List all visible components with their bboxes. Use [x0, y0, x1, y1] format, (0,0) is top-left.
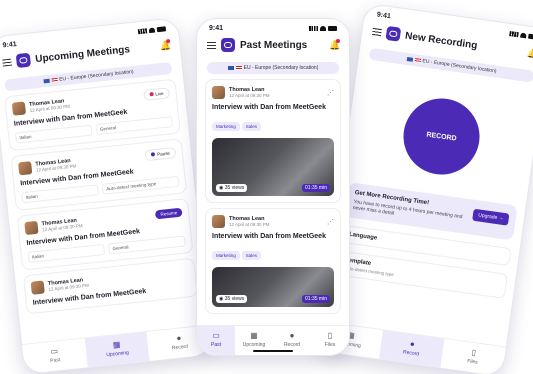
- status-time: 9:41: [2, 40, 18, 50]
- meeting-card[interactable]: Thomas Lean 12 April at 09:30 PM ⋰ Interv…: [205, 79, 341, 203]
- meeting-type-field[interactable]: Auto-detect meeting type: [101, 175, 180, 195]
- tag: Marketing: [212, 122, 240, 131]
- nav-upcoming[interactable]: ▦ Upcoming: [84, 331, 150, 368]
- signal-icon: [309, 26, 318, 31]
- eu-flag-icon: [406, 56, 413, 62]
- meeting-title: Interview with Dan from MeetGeek: [212, 233, 326, 240]
- notification-bell-icon[interactable]: 🔔: [329, 39, 340, 50]
- signal-icon: [137, 28, 148, 35]
- calendar-icon: ▦: [250, 331, 258, 340]
- battery-icon: [156, 26, 167, 33]
- meeting-type-field[interactable]: General: [95, 116, 174, 136]
- showcase: 9:41 Upcoming Meetings 🔔 EU - Europe (Se…: [0, 0, 533, 374]
- nav-record[interactable]: ● Record: [378, 330, 445, 368]
- meeting-card[interactable]: Thomas Lean 12 April at 09:30 PM ⋰ Interv…: [205, 208, 341, 314]
- views-count: ◉ 35 views: [216, 295, 248, 303]
- tag: Sales: [241, 251, 262, 260]
- duration-badge: 01:35 min: [302, 184, 330, 192]
- video-thumbnail[interactable]: ◉ 35 views 01:35 min: [212, 138, 334, 196]
- eu-flag-icon: [43, 78, 50, 84]
- upcoming-meetings-phone: 9:41 Upcoming Meetings 🔔 EU - Europe (Se…: [0, 17, 214, 374]
- tag: Sales: [241, 122, 262, 131]
- tag: Marketing: [212, 251, 240, 260]
- eu-flag-icon: [227, 65, 234, 70]
- duration-badge: 01:35 min: [302, 295, 330, 303]
- past-meetings-phone: 9:41 Past Meetings 🔔 EU - Europe (Second…: [196, 18, 350, 356]
- avatar: [30, 280, 45, 295]
- app-logo-icon: [221, 38, 235, 52]
- language-field[interactable]: Italian: [21, 184, 99, 204]
- us-flag-icon: [414, 57, 421, 63]
- avatar: [24, 220, 39, 236]
- language-field[interactable]: Italian: [27, 243, 106, 263]
- bottom-nav: ▭ Past ▦ Upcoming ● Record: [22, 324, 213, 374]
- page-title: Past Meetings: [240, 39, 308, 51]
- meeting-type-field[interactable]: General: [108, 235, 186, 255]
- live-badge: Live: [142, 87, 171, 101]
- nav-files[interactable]: ▯ Files: [311, 326, 349, 355]
- wifi-icon: [520, 32, 527, 39]
- notification-bell-icon[interactable]: 🔔: [526, 48, 533, 59]
- home-indicator: [253, 350, 293, 352]
- views-count: ◉ 35 views: [216, 184, 248, 192]
- pause-button[interactable]: Pause: [144, 146, 177, 162]
- nav-past[interactable]: ▭ Past: [22, 339, 87, 374]
- meeting-title: Interview with Dan from MeetGeek: [212, 104, 326, 111]
- nav-files[interactable]: ▯ Files: [440, 339, 505, 374]
- us-flag-icon: [235, 65, 242, 70]
- resume-button[interactable]: Resume: [155, 207, 183, 220]
- folder-icon: ▭: [212, 331, 220, 340]
- avatar: [212, 86, 225, 99]
- region-selector[interactable]: EU - Europe (Secondary location): [207, 62, 339, 74]
- app-logo-icon: [385, 25, 402, 42]
- bottom-nav: ▭ Past ▦ Upcoming ● Record ▯ Files: [197, 325, 349, 355]
- battery-icon: [328, 26, 337, 31]
- video-thumbnail[interactable]: ◉ 35 views 01:35 min: [212, 267, 334, 307]
- nav-past[interactable]: ▭ Past: [197, 326, 235, 355]
- language-field[interactable]: Italian: [14, 124, 93, 144]
- mic-icon: ●: [289, 331, 295, 340]
- file-icon: ▯: [327, 331, 333, 340]
- app-logo-icon: [15, 52, 32, 69]
- notification-bell-icon[interactable]: 🔔: [159, 38, 171, 51]
- folder-icon: ▭: [50, 346, 59, 357]
- signal-icon: [509, 31, 519, 38]
- record-button[interactable]: RECORD: [398, 93, 485, 180]
- wifi-icon: [320, 26, 326, 31]
- avatar: [212, 215, 225, 228]
- wifi-icon: [148, 27, 156, 34]
- avatar: [11, 101, 27, 116]
- calendar-icon: ▦: [112, 339, 121, 350]
- avatar: [18, 161, 33, 176]
- page-title: Upcoming Meetings: [34, 43, 131, 65]
- us-flag-icon: [51, 77, 58, 83]
- menu-icon[interactable]: [2, 58, 12, 67]
- share-icon[interactable]: ⋰: [327, 218, 334, 226]
- share-icon[interactable]: ⋰: [327, 89, 334, 97]
- status-time: 9:41: [209, 25, 224, 32]
- menu-icon[interactable]: [207, 41, 216, 49]
- menu-icon[interactable]: [372, 27, 382, 36]
